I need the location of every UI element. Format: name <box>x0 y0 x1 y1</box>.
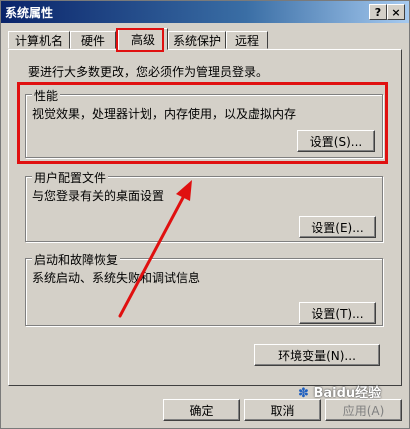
environment-variables-button[interactable]: 环境变量(N)... <box>254 344 380 366</box>
startup-recovery-description: 系统启动、系统失败和调试信息 <box>32 271 201 285</box>
paw-icon: ✽ <box>298 386 309 401</box>
tab-system-protection[interactable]: 系统保护 <box>168 31 226 49</box>
title-bar[interactable]: 系统属性 ? × <box>1 1 409 23</box>
ok-button[interactable]: 确定 <box>163 399 240 421</box>
startup-recovery-settings-button[interactable]: 设置(T)... <box>299 302 376 324</box>
close-button[interactable]: × <box>387 4 405 20</box>
admin-notice: 要进行大多数更改，您必须作为管理员登录。 <box>28 65 269 79</box>
watermark-text: Baidu经验 <box>313 386 382 401</box>
tab-computer-name[interactable]: 计算机名 <box>8 31 70 49</box>
performance-description: 视觉效果，处理器计划，内存使用，以及虚拟内存 <box>32 107 297 121</box>
apply-button[interactable]: 应用(A) <box>325 399 402 421</box>
tab-remote[interactable]: 远程 <box>226 31 268 49</box>
window-title: 系统属性 <box>5 5 54 20</box>
user-profiles-legend: 用户配置文件 <box>32 169 109 186</box>
help-button[interactable]: ? <box>369 4 387 20</box>
cancel-button[interactable]: 取消 <box>244 399 321 421</box>
performance-legend: 性能 <box>32 87 61 104</box>
user-profiles-settings-button[interactable]: 设置(E)... <box>299 216 376 238</box>
tab-advanced[interactable]: 高级 <box>118 28 168 50</box>
baidu-watermark: ✽ Baidu经验 <box>298 382 381 401</box>
startup-recovery-legend: 启动和故障恢复 <box>32 251 121 268</box>
tab-hardware[interactable]: 硬件 <box>70 31 116 49</box>
user-profiles-description: 与您登录有关的桌面设置 <box>32 189 165 203</box>
performance-settings-button[interactable]: 设置(S)... <box>297 130 375 152</box>
